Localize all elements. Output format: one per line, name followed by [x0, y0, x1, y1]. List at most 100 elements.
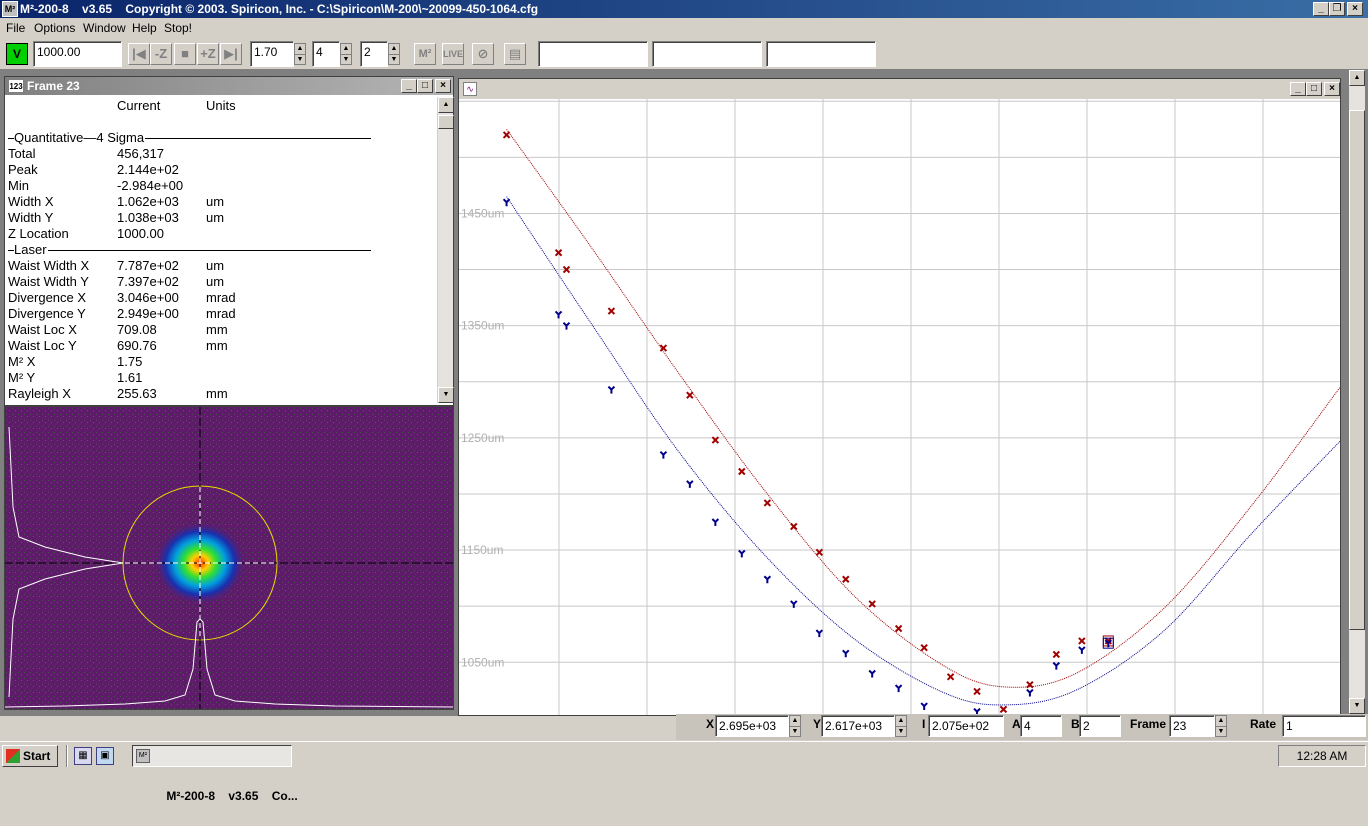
quicklaunch-desktop-icon[interactable]: ▦	[74, 747, 92, 765]
printer-icon[interactable]: ▤	[504, 43, 526, 65]
stop-square-icon[interactable]: ■	[174, 43, 196, 65]
quicklaunch-explorer-icon[interactable]: ▣	[96, 747, 114, 765]
result-units: mrad	[206, 290, 236, 305]
start-button[interactable]: Start	[2, 745, 58, 767]
scroll-thumb[interactable]	[1349, 110, 1365, 630]
prohibit-icon[interactable]: ⊘	[472, 43, 494, 65]
close-icon[interactable]: ×	[1324, 82, 1340, 96]
minimize-icon[interactable]: _	[1313, 2, 1329, 16]
spin-down-icon[interactable]: ▼	[389, 54, 399, 64]
spin-down-icon[interactable]: ▼	[295, 54, 305, 64]
menu-file[interactable]: File	[6, 21, 25, 35]
plot-window-title-bar[interactable]: ∿ _ □ ×	[459, 79, 1340, 99]
menu-stop[interactable]: Stop!	[164, 21, 192, 35]
menu-window[interactable]: Window	[83, 21, 126, 35]
x-value-field[interactable]: 2.695e+03	[715, 715, 789, 737]
minus-z-button[interactable]: -Z	[150, 43, 172, 65]
minimize-icon[interactable]: _	[1290, 82, 1306, 96]
taskbar: Start ▦ ▣ M² M²-200-8 v3.65 Co... 12:28 …	[0, 741, 1368, 803]
last-frame-icon[interactable]: ▶|	[220, 43, 242, 65]
marker-y	[607, 385, 616, 394]
scroll-down-icon[interactable]: ▼	[438, 387, 454, 403]
caustic-chart[interactable]: 1450um 1350um 1250um 1150um 1050um	[459, 99, 1340, 715]
marker-x	[842, 575, 850, 583]
spin-down-icon[interactable]: ▼	[896, 726, 906, 736]
y-tick-label: 1050um	[461, 655, 504, 669]
maximize-icon[interactable]: □	[417, 79, 433, 93]
m2-spin-input[interactable]: 1.70	[250, 41, 294, 67]
maximize-icon[interactable]: □	[1306, 82, 1322, 96]
spin-down-icon[interactable]: ▼	[790, 726, 800, 736]
minimize-icon[interactable]: _	[401, 79, 417, 93]
data-point-x	[790, 522, 798, 531]
result-row: Waist Loc X 709.08 mm	[7, 322, 437, 338]
data-point-y	[1078, 646, 1086, 654]
v-button[interactable]: V	[6, 43, 28, 65]
spin-up-icon[interactable]: ▲	[1216, 716, 1226, 726]
spin-down-icon[interactable]: ▼	[341, 54, 351, 64]
result-units: um	[206, 258, 225, 273]
workspace-scrollbar[interactable]: ▲ ▼	[1349, 70, 1365, 714]
a-value-field[interactable]: 4	[1020, 715, 1062, 737]
result-current-value: 7.397e+02	[117, 274, 179, 289]
m2-button[interactable]: M²	[414, 43, 436, 65]
plus-z-button[interactable]: +Z	[197, 43, 219, 65]
b-value-field[interactable]: 2	[1079, 715, 1121, 737]
spin-up-icon[interactable]: ▲	[389, 44, 399, 54]
spin-up-icon[interactable]: ▲	[790, 716, 800, 726]
y-spin-buttons[interactable]: ▲ ▼	[895, 715, 907, 737]
frame-window-title-bar[interactable]: 123 Frame 23 _ □ ×	[5, 77, 453, 95]
spin-up-icon[interactable]: ▲	[341, 44, 351, 54]
result-current-value: 1.75	[117, 354, 143, 369]
first-frame-icon[interactable]: |◀	[128, 43, 150, 65]
spin-up-icon[interactable]: ▲	[896, 716, 906, 726]
scroll-up-icon[interactable]: ▲	[1349, 70, 1365, 86]
i-value-field[interactable]: 2.075e+02	[928, 715, 1004, 737]
restore-icon[interactable]: ❐	[1329, 2, 1345, 16]
frame-spin-buttons[interactable]: ▲ ▼	[1215, 715, 1227, 737]
spin2-input[interactable]: 4	[312, 41, 340, 67]
y-value-field[interactable]: 2.617e+03	[821, 715, 895, 737]
result-current-value: 255.63	[117, 386, 157, 401]
x-spin-buttons[interactable]: ▲ ▼	[789, 715, 801, 737]
taskbar-app-button[interactable]: M² M²-200-8 v3.65 Co...	[132, 745, 298, 803]
result-units: mm	[206, 322, 228, 337]
data-point-y	[868, 669, 876, 678]
frame-value-field[interactable]: 23	[1169, 715, 1215, 737]
data-point-x	[999, 705, 1008, 714]
position-input[interactable]: 1000.00	[33, 41, 122, 67]
section-divider	[8, 250, 371, 251]
menu-help[interactable]: Help	[132, 21, 157, 35]
app-title-bar: M² M²-200-8 v3.65 Copyright © 2003. Spir…	[0, 0, 1368, 18]
results-scrollbar[interactable]: ▲ ▼	[437, 97, 454, 403]
result-label: Waist Width Y	[8, 274, 89, 289]
marker-y	[502, 198, 511, 207]
result-current-value: 2.144e+02	[117, 162, 179, 177]
marker-x	[999, 705, 1008, 714]
m2-spin-buttons[interactable]: ▲ ▼	[294, 43, 306, 65]
close-icon[interactable]: ×	[1347, 2, 1363, 16]
scroll-up-icon[interactable]: ▲	[438, 97, 454, 113]
scroll-down-icon[interactable]: ▼	[1349, 698, 1365, 714]
marker-y	[711, 518, 720, 527]
spin-up-icon[interactable]: ▲	[295, 44, 305, 54]
system-tray-clock[interactable]: 12:28 AM	[1278, 745, 1366, 767]
result-row: M² X 1.75	[7, 354, 437, 370]
spin3-buttons[interactable]: ▲ ▼	[388, 43, 400, 65]
frame-label: Frame	[1130, 717, 1167, 731]
status-box-2	[652, 41, 762, 67]
app-icon[interactable]: M²	[2, 1, 18, 17]
data-point-x	[763, 499, 772, 507]
spin2-buttons[interactable]: ▲ ▼	[340, 43, 352, 65]
live-button[interactable]: LIVE	[442, 43, 464, 65]
marker-x	[738, 467, 746, 476]
scroll-thumb[interactable]	[438, 115, 454, 129]
menu-options[interactable]: Options	[34, 21, 75, 35]
spin3-input[interactable]: 2	[360, 41, 388, 67]
rate-value-field[interactable]: 1	[1282, 715, 1366, 737]
spin-down-icon[interactable]: ▼	[1216, 726, 1226, 736]
beam-profile-view[interactable]	[4, 406, 454, 710]
close-icon[interactable]: ×	[435, 79, 451, 93]
result-units: um	[206, 274, 225, 289]
section-label: Laser	[14, 242, 48, 257]
